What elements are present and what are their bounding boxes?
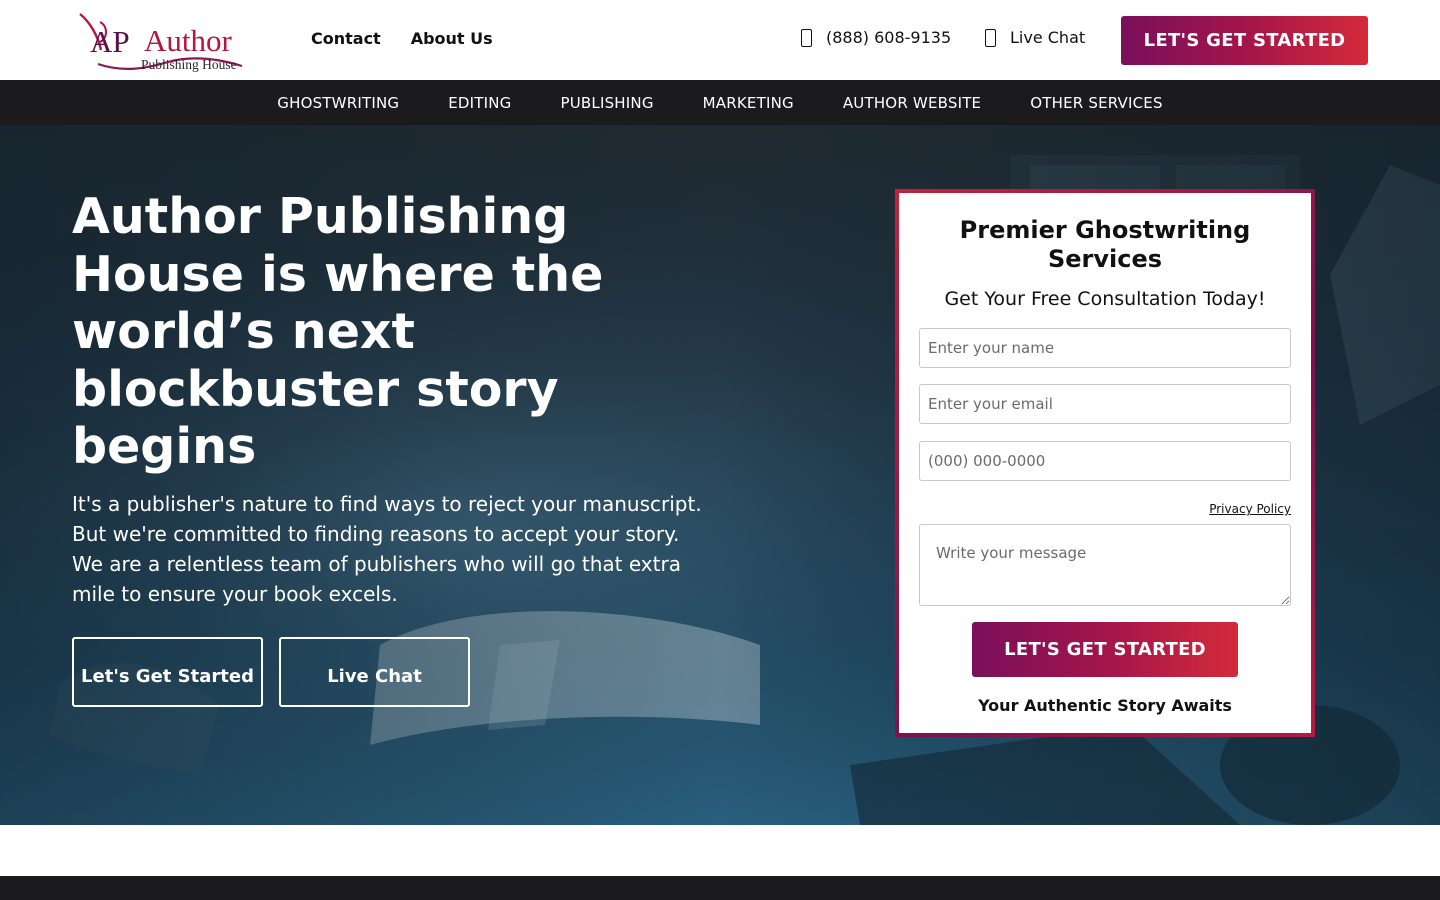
- nav-other-services[interactable]: OTHER SERVICES: [1030, 94, 1162, 112]
- message-textarea[interactable]: [919, 524, 1291, 606]
- header-get-started-button[interactable]: LET'S GET STARTED: [1121, 16, 1368, 65]
- nav-marketing[interactable]: MARKETING: [703, 94, 794, 112]
- name-input[interactable]: [919, 328, 1291, 368]
- brand-logo[interactable]: AP Author Publishing House: [72, 8, 254, 74]
- hero-description: It's a publisher's nature to find ways t…: [72, 492, 702, 606]
- form-title: Premier Ghostwriting Services: [959, 216, 1251, 273]
- nav-ghostwriting[interactable]: GHOSTWRITING: [277, 94, 399, 112]
- chat-icon: [985, 28, 996, 47]
- logo-subtitle: Publishing House: [141, 57, 237, 72]
- form-subtitle: Get Your Free Consultation Today!: [944, 288, 1266, 310]
- nav-publishing[interactable]: PUBLISHING: [560, 94, 653, 112]
- nav-author-website[interactable]: AUTHOR WEBSITE: [843, 94, 981, 112]
- nav-editing[interactable]: EDITING: [448, 94, 511, 112]
- privacy-policy-link[interactable]: Privacy Policy: [1209, 502, 1291, 516]
- main-navigation: GHOSTWRITING EDITING PUBLISHING MARKETIN…: [0, 80, 1440, 125]
- contact-link[interactable]: Contact: [311, 29, 381, 48]
- phone-icon: [801, 28, 812, 47]
- form-submit-button[interactable]: LET'S GET STARTED: [972, 622, 1238, 677]
- hero-title: Author Publishing House is where the wor…: [72, 188, 604, 475]
- about-us-link[interactable]: About Us: [411, 29, 493, 48]
- phone-number: (888) 608-9135: [826, 28, 952, 47]
- logo-mark: AP: [90, 24, 130, 59]
- phone-input[interactable]: [919, 441, 1291, 481]
- footer-strip: [0, 876, 1440, 900]
- logo-name: Author: [144, 23, 233, 58]
- consultation-form: Premier Ghostwriting Services Get Your F…: [895, 189, 1315, 737]
- top-links: Contact About Us: [311, 29, 493, 48]
- phone-contact[interactable]: (888) 608-9135: [801, 28, 951, 47]
- email-input[interactable]: [919, 384, 1291, 424]
- site-header: AP Author Publishing House Contact About…: [0, 0, 1440, 80]
- hero-live-chat-button[interactable]: Live Chat: [279, 637, 470, 707]
- form-tagline: Your Authentic Story Awaits: [978, 696, 1232, 715]
- hero-get-started-button[interactable]: Let's Get Started: [72, 637, 263, 707]
- live-chat-contact[interactable]: Live Chat: [985, 28, 1085, 47]
- live-chat-label: Live Chat: [1010, 28, 1086, 47]
